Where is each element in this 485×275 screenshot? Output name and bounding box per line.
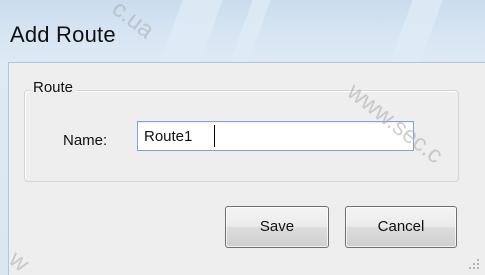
save-button[interactable]: Save [225,206,329,248]
groupbox-legend: Route [30,79,77,96]
dialog-title: Add Route [10,22,116,47]
resize-grip-icon[interactable] [467,257,479,269]
cancel-button[interactable]: Cancel [345,206,457,248]
text-caret [214,125,215,147]
add-route-dialog: Add Route Route Name: Save Cancel c.ua w… [0,0,485,275]
route-name-input[interactable] [137,121,414,151]
title-bar[interactable]: Add Route [0,0,485,62]
name-label: Name: [63,132,108,149]
